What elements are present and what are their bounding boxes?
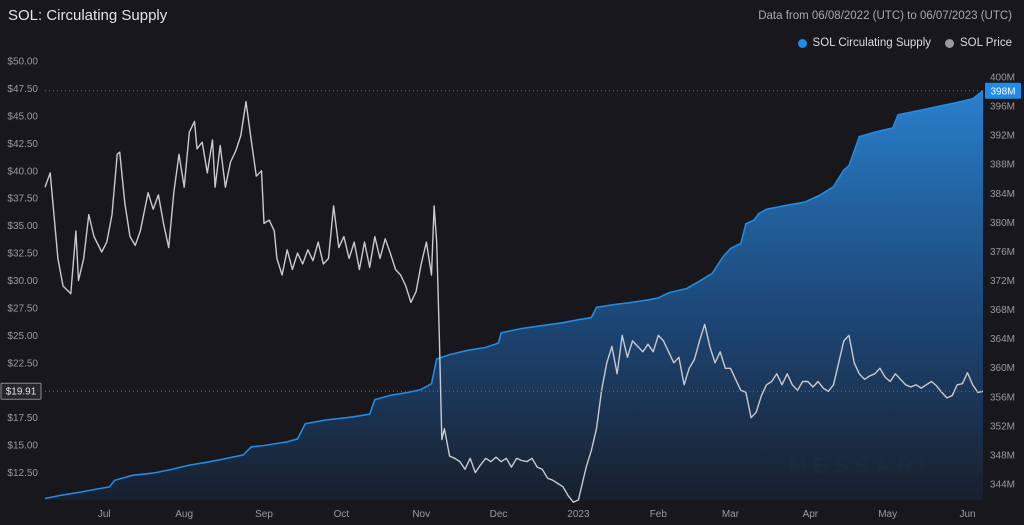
y-right-tick-label: 356M <box>990 392 1015 403</box>
y-left-tick-label: $22.50 <box>7 358 38 369</box>
chart-canvas[interactable]: MESSARI$12.50$15.00$17.50$20.00$22.50$25… <box>0 0 1024 525</box>
y-left-tick-label: $17.50 <box>7 413 38 424</box>
x-tick-label: May <box>878 509 897 520</box>
x-tick-label: Aug <box>175 509 193 520</box>
y-right-tick-label: 392M <box>990 131 1015 142</box>
y-right-tick-label: 360M <box>990 363 1015 374</box>
x-tick-label: Sep <box>255 509 273 520</box>
y-left-tick-label: $27.50 <box>7 303 38 314</box>
x-tick-label: Mar <box>722 509 740 520</box>
y-right-tick-label: 372M <box>990 276 1015 287</box>
y-left-tick-label: $47.50 <box>7 84 38 95</box>
x-tick-label: Nov <box>412 509 430 520</box>
x-tick-label: Apr <box>803 509 819 520</box>
y-left-tick-label: $50.00 <box>7 57 38 68</box>
y-left-tick-label: $12.50 <box>7 468 38 479</box>
y-left-tick-label: $40.00 <box>7 166 38 177</box>
y-right-tick-label: 364M <box>990 334 1015 345</box>
supply-area <box>45 90 983 501</box>
y-left-tick-label: $35.00 <box>7 221 38 232</box>
supply-current-label: 398M <box>990 86 1015 97</box>
y-left-tick-label: $45.00 <box>7 111 38 122</box>
x-tick-label: Dec <box>490 509 508 520</box>
price-current-label: $19.91 <box>6 387 37 398</box>
x-tick-label: Jul <box>98 509 111 520</box>
x-tick-label: 2023 <box>567 509 590 520</box>
y-left-tick-label: $42.50 <box>7 139 38 150</box>
y-right-tick-label: 352M <box>990 421 1015 432</box>
y-right-tick-label: 396M <box>990 102 1015 113</box>
y-right-tick-label: 368M <box>990 305 1015 316</box>
y-right-tick-label: 384M <box>990 189 1015 200</box>
y-right-tick-label: 376M <box>990 247 1015 258</box>
y-right-tick-label: 400M <box>990 72 1015 83</box>
y-right-tick-label: 348M <box>990 450 1015 461</box>
y-left-tick-label: $25.00 <box>7 331 38 342</box>
y-right-tick-label: 388M <box>990 160 1015 171</box>
y-right-tick-label: 344M <box>990 480 1015 491</box>
y-left-tick-label: $15.00 <box>7 441 38 452</box>
x-tick-label: Feb <box>650 509 668 520</box>
y-right-tick-label: 380M <box>990 218 1015 229</box>
y-left-tick-label: $30.00 <box>7 276 38 287</box>
y-left-tick-label: $32.50 <box>7 249 38 260</box>
y-left-tick-label: $37.50 <box>7 194 38 205</box>
x-tick-label: Jun <box>959 509 975 520</box>
x-tick-label: Oct <box>334 509 350 520</box>
